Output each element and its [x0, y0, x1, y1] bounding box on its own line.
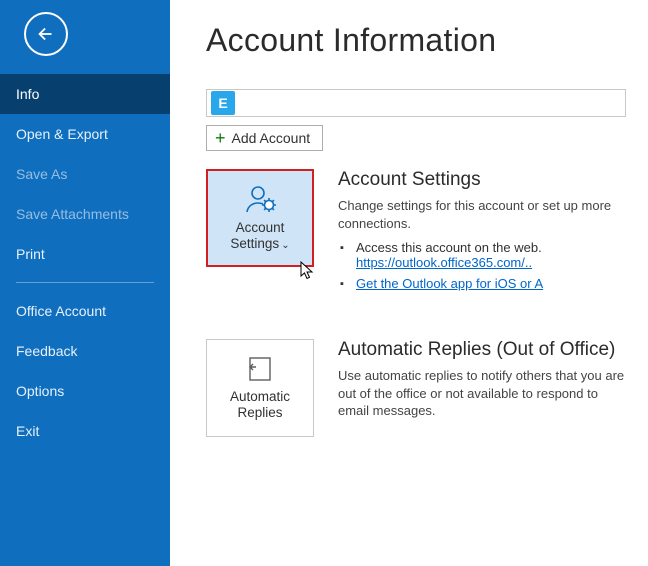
automatic-replies-heading: Automatic Replies (Out of Office): [338, 339, 630, 361]
sidebar-separator: [16, 282, 154, 283]
automatic-replies-tile[interactable]: Automatic Replies: [206, 339, 314, 437]
sidebar-item-save-as[interactable]: Save As: [0, 154, 170, 194]
back-button[interactable]: [24, 12, 68, 56]
page-title: Account Information: [206, 22, 630, 59]
sidebar-item-options[interactable]: Options: [0, 371, 170, 411]
account-settings-heading: Account Settings: [338, 169, 630, 191]
account-settings-tile-label: Account Settings⌄: [208, 220, 312, 252]
get-app-bullet: Get the Outlook app for iOS or A: [356, 276, 630, 291]
sidebar-item-info[interactable]: Info: [0, 74, 170, 114]
access-web-bullet: Access this account on the web. https://…: [356, 240, 630, 270]
automatic-replies-icon: [245, 355, 275, 383]
add-account-button[interactable]: + Add Account: [206, 125, 323, 151]
account-settings-tile[interactable]: Account Settings⌄: [206, 169, 314, 267]
add-account-label: Add Account: [232, 130, 311, 146]
sidebar-item-save-attachments[interactable]: Save Attachments: [0, 194, 170, 234]
sidebar-item-office-account[interactable]: Office Account: [0, 291, 170, 331]
automatic-replies-desc: Use automatic replies to notify others t…: [338, 367, 630, 420]
automatic-replies-tile-label: Automatic Replies: [207, 389, 313, 421]
sidebar-item-print[interactable]: Print: [0, 234, 170, 274]
chevron-down-icon: ⌄: [281, 240, 289, 251]
main-panel: Account Information E + Add Account: [170, 0, 648, 566]
account-selector[interactable]: E: [206, 89, 626, 117]
backstage-sidebar: Info Open & Export Save As Save Attachme…: [0, 0, 170, 566]
sidebar-item-feedback[interactable]: Feedback: [0, 331, 170, 371]
person-gear-icon: [242, 184, 278, 214]
plus-icon: +: [215, 131, 226, 145]
account-settings-desc: Change settings for this account or set …: [338, 197, 630, 232]
outlook-web-link[interactable]: https://outlook.office365.com/..: [356, 255, 532, 270]
exchange-icon: E: [211, 91, 235, 115]
sidebar-item-exit[interactable]: Exit: [0, 411, 170, 451]
cursor-icon: [300, 261, 316, 281]
sidebar-item-open-export[interactable]: Open & Export: [0, 114, 170, 154]
arrow-left-icon: [35, 23, 57, 45]
get-outlook-app-link[interactable]: Get the Outlook app for iOS or A: [356, 276, 543, 291]
